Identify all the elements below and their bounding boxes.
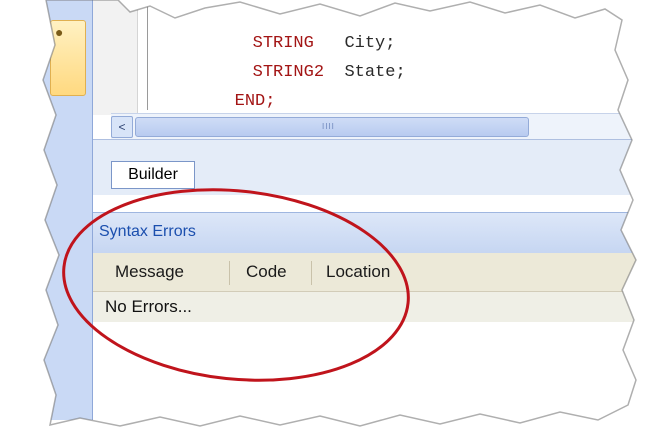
column-header-message[interactable]: Message (115, 253, 184, 291)
grip-icon: IIII (322, 122, 335, 131)
code-keyword: END; (234, 92, 276, 111)
editor-gutter (93, 0, 138, 115)
errors-grid-header: Message Code Location (93, 253, 647, 292)
tab-builder[interactable]: Builder (111, 161, 195, 189)
bookmark-icon: ● (55, 24, 64, 40)
fold-line (147, 0, 148, 110)
table-cell-message: No Errors... (105, 297, 192, 316)
scroll-left-button[interactable]: < (111, 116, 133, 138)
syntax-errors-header: Syntax Errors (93, 212, 647, 254)
column-header-location[interactable]: Location (326, 253, 390, 291)
horizontal-scrollbar[interactable]: < IIII (111, 113, 647, 140)
code-editor[interactable]: STRING City; STRING2 State; END; (93, 0, 647, 120)
scroll-thumb[interactable]: IIII (135, 117, 529, 137)
errors-grid-body (93, 322, 647, 432)
editor-window: ● STRING City; STRING2 State; END; < III… (0, 0, 647, 440)
code-identifier: State; (344, 63, 406, 82)
bookmark-marker[interactable]: ● (50, 20, 86, 96)
screenshot-canvas: ● STRING City; STRING2 State; END; < III… (0, 0, 647, 440)
column-divider[interactable] (311, 261, 312, 285)
column-header-code[interactable]: Code (246, 253, 287, 291)
column-divider[interactable] (229, 261, 230, 285)
table-row[interactable]: No Errors... (93, 292, 647, 322)
panel-title: Syntax Errors (99, 223, 196, 240)
left-strip (0, 0, 11, 420)
editor-tab-bar: Builder (93, 139, 647, 195)
